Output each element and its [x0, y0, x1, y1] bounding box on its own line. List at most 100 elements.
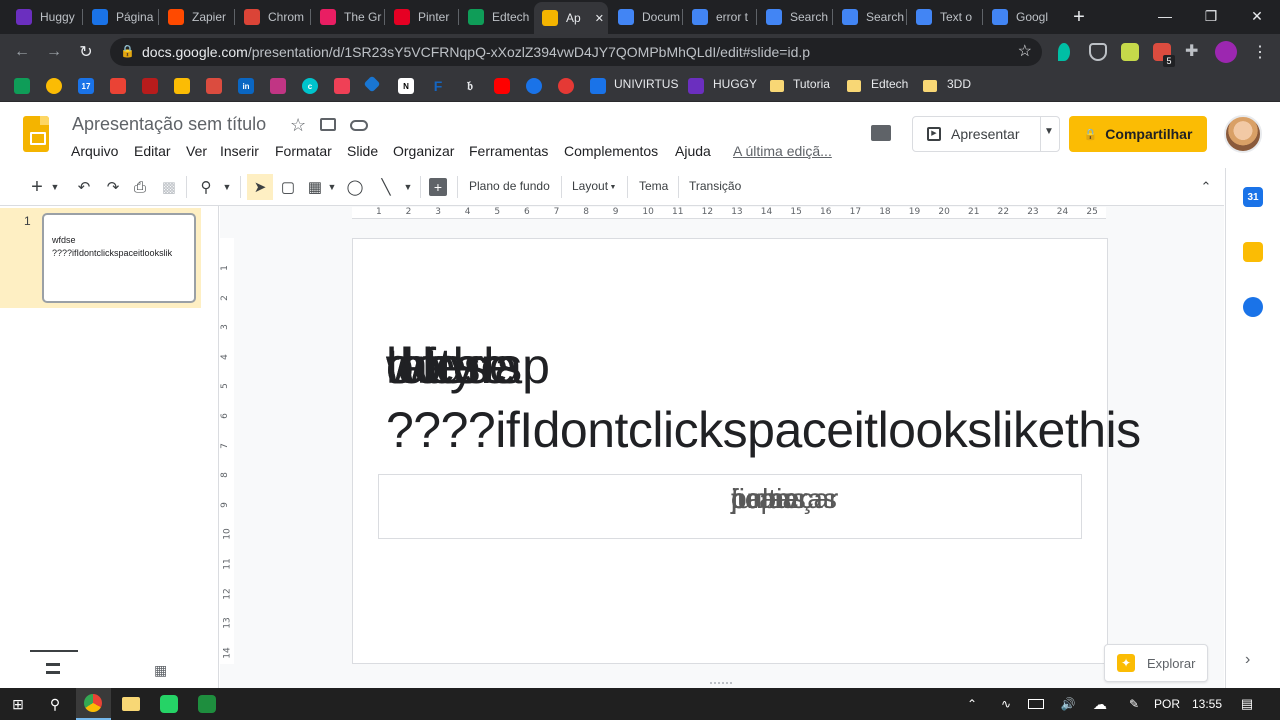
search-icon[interactable]: ⚲ — [45, 694, 65, 714]
back-icon[interactable]: ← — [10, 40, 34, 64]
resize-handle[interactable] — [710, 682, 732, 686]
tray-expand-icon[interactable]: ⌃ — [962, 694, 982, 714]
side-panel-expand-icon[interactable]: › — [1245, 651, 1250, 669]
tab-close-icon[interactable]: ✕ — [595, 12, 604, 25]
user-avatar[interactable] — [1224, 115, 1262, 153]
new-slide-dropdown-icon[interactable]: ▼ — [48, 176, 62, 198]
paint-format-icon[interactable]: ▩ — [158, 176, 180, 198]
linkedin-bookmark-icon[interactable]: in — [238, 78, 254, 94]
menu-item[interactable]: Ver — [186, 143, 207, 159]
bookmark-icon-7[interactable] — [206, 78, 222, 94]
layout-button[interactable]: Layout — [572, 179, 608, 193]
zoom-icon[interactable]: ⚲ — [195, 176, 217, 198]
browser-tab[interactable]: Ap ✕ — [534, 2, 608, 34]
new-slide-plus-icon[interactable]: + — [26, 176, 48, 198]
slide[interactable]: why do these letters overlap wfdse ????ifIdon… — [352, 238, 1141, 664]
browser-tab[interactable]: Docum — [610, 4, 680, 30]
bookmark-label[interactable]: HUGGY — [713, 77, 757, 91]
browser-tab[interactable]: Edtech — [460, 4, 530, 30]
forward-icon[interactable]: → — [42, 40, 66, 64]
browser-tab[interactable]: Search — [834, 4, 904, 30]
chrome-taskbar-icon[interactable] — [84, 694, 102, 712]
battery-icon[interactable] — [1028, 699, 1044, 709]
menu-item[interactable]: Editar — [134, 143, 171, 159]
menu-item[interactable]: Ferramentas — [469, 143, 548, 159]
slide-thumbnail[interactable]: wfdse ????ifIdontclickspaceitlookslik — [42, 213, 196, 303]
folder-icon[interactable] — [923, 80, 937, 92]
menu-item[interactable]: Arquivo — [71, 143, 118, 159]
zoom-dropdown-icon[interactable]: ▼ — [220, 176, 234, 198]
grid-view-icon[interactable]: ▦ — [154, 662, 167, 679]
notification-icon[interactable]: ▤ — [1237, 694, 1257, 714]
notion-bookmark-icon[interactable]: N — [398, 78, 414, 94]
whatsapp-icon[interactable] — [160, 695, 178, 713]
subtitle-text[interactable]: palavras ficam juntas começar copiar pular — [731, 483, 891, 523]
background-button[interactable]: Plano de fundo — [469, 179, 550, 193]
app-taskbar-icon[interactable] — [198, 695, 216, 713]
vertical-ruler[interactable] — [220, 238, 234, 664]
slides-logo-icon[interactable] — [23, 116, 49, 152]
browser-tab[interactable]: Search — [758, 4, 828, 30]
onedrive-icon[interactable]: ☁ — [1090, 694, 1110, 714]
calendar-bookmark-icon[interactable]: 17 — [78, 78, 94, 94]
bookmark-label[interactable]: UNIVIRTUS — [614, 77, 678, 91]
select-cursor-icon[interactable]: ➤ — [247, 174, 273, 200]
youtube-bookmark-icon[interactable] — [494, 78, 510, 94]
address-bar[interactable]: 🔒 docs.google.com/presentation/d/1SR23sY… — [110, 38, 1042, 66]
clock[interactable]: 13:55 — [1192, 697, 1222, 711]
theme-button[interactable]: Tema — [639, 179, 668, 193]
comments-icon[interactable] — [871, 125, 891, 141]
menu-item[interactable]: Slide — [347, 143, 378, 159]
close-window-icon[interactable]: ✕ — [1234, 4, 1280, 28]
browser-tab[interactable]: Googl — [984, 4, 1054, 30]
minimize-icon[interactable]: — — [1142, 4, 1188, 28]
browser-tab[interactable]: error t — [684, 4, 754, 30]
pen-icon[interactable]: ✎ — [1124, 694, 1144, 714]
bookmark-label[interactable]: Edtech — [871, 77, 908, 91]
bookmark-icon[interactable] — [688, 78, 704, 94]
keep-extension-icon[interactable] — [1121, 43, 1139, 61]
canva-bookmark-icon[interactable]: c — [302, 78, 318, 94]
network-icon[interactable]: ∿ — [996, 694, 1016, 714]
instagram-bookmark-icon[interactable] — [270, 78, 286, 94]
subtitle-box[interactable] — [378, 474, 1082, 539]
line-icon[interactable]: ╲ — [375, 176, 397, 198]
browser-tab[interactable]: Zapier — [160, 4, 230, 30]
menu-item[interactable]: Formatar — [275, 143, 332, 159]
present-button[interactable]: ▶ Apresentar ▼ — [912, 116, 1060, 152]
pin-extension-icon[interactable] — [1058, 43, 1070, 61]
collapse-toolbar-icon[interactable]: ⌃ — [1195, 176, 1217, 198]
browser-tab[interactable]: Chrom — [236, 4, 306, 30]
present-dropdown-icon[interactable]: ▼ — [1044, 126, 1054, 137]
browser-tab[interactable]: Huggy — [8, 4, 78, 30]
filmstrip-view-tab-active[interactable] — [30, 650, 78, 652]
pinwheel-bookmark-icon[interactable] — [46, 78, 62, 94]
restore-icon[interactable]: ❐ — [1188, 4, 1234, 28]
last-edit-link[interactable]: A última ediçã... — [733, 143, 832, 159]
menu-item[interactable]: Organizar — [393, 143, 454, 159]
tasks-icon[interactable] — [1243, 297, 1263, 317]
browser-tab[interactable]: Pinter — [386, 4, 456, 30]
menu-item[interactable]: Inserir — [220, 143, 259, 159]
new-tab-button[interactable]: + — [1068, 4, 1090, 30]
image-dropdown-icon[interactable]: ▼ — [325, 176, 339, 198]
layout-dropdown-icon[interactable]: ▼ — [608, 176, 618, 198]
menu-item[interactable]: Complementos — [564, 143, 658, 159]
image-icon[interactable]: ▦ — [304, 176, 326, 198]
add-comment-icon[interactable]: + — [429, 178, 447, 196]
windows-start-icon[interactable]: ⊞ — [8, 694, 28, 714]
bookmark-icon-6[interactable] — [174, 78, 190, 94]
bookmark-icon-17[interactable] — [526, 78, 542, 94]
reload-icon[interactable]: ↻ — [74, 40, 98, 64]
pocket-extension-icon[interactable] — [1089, 43, 1107, 61]
bookmark-icon-14[interactable]: F — [430, 78, 446, 94]
shape-icon[interactable]: ◯ — [344, 176, 366, 198]
drive-bookmark-icon[interactable] — [14, 78, 30, 94]
move-folder-icon[interactable] — [320, 118, 336, 131]
transition-button[interactable]: Transição — [689, 179, 741, 193]
folder-icon[interactable] — [770, 80, 784, 92]
title-line2[interactable]: ????ifIdontclickspaceitlookslikethis — [386, 401, 1141, 459]
browser-tab[interactable]: The Gr — [312, 4, 382, 30]
keep-icon[interactable] — [1243, 242, 1263, 262]
print-icon[interactable]: ⎙ — [129, 176, 151, 198]
